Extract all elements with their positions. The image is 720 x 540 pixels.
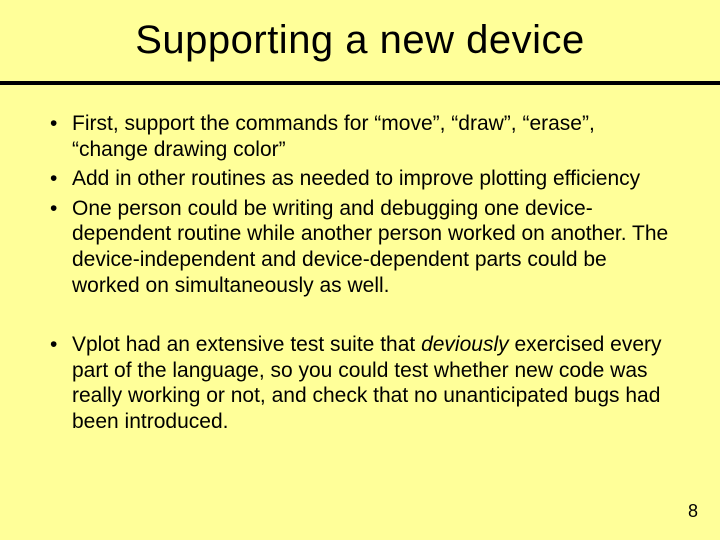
page-number: 8 <box>688 501 698 522</box>
bullet-text-emphasis: deviously <box>421 333 509 356</box>
bullet-text-pre: Vplot had an extensive test suite that <box>72 333 421 356</box>
list-item: One person could be writing and debuggin… <box>46 196 674 298</box>
bullet-list-2: Vplot had an extensive test suite that d… <box>46 332 674 434</box>
slide-body: First, support the commands for “move”, … <box>0 85 720 435</box>
slide-title: Supporting a new device <box>0 18 720 63</box>
bullet-list-1: First, support the commands for “move”, … <box>46 111 674 298</box>
list-item: Vplot had an extensive test suite that d… <box>46 332 674 434</box>
list-item: First, support the commands for “move”, … <box>46 111 674 162</box>
list-item: Add in other routines as needed to impro… <box>46 166 674 192</box>
title-area: Supporting a new device <box>0 0 720 75</box>
